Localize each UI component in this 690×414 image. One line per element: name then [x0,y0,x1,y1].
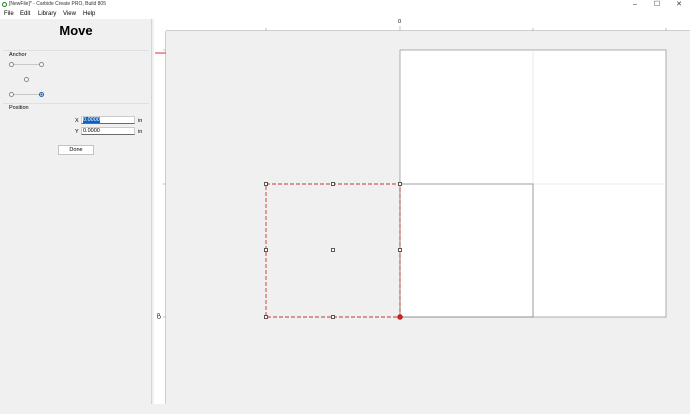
anchor-point [397,314,403,320]
handle-top-right [398,182,402,186]
left-ruler-origin-marker [157,315,161,319]
design-canvas[interactable] [0,0,690,414]
handle-top-center [331,182,335,186]
handle-middle-right [398,248,402,252]
handle-top-left [264,182,268,186]
handle-middle-left [264,248,268,252]
handle-bottom-left [264,315,268,319]
selection-handles [264,182,402,319]
status-bar [0,404,690,414]
handle-bottom-center [331,315,335,319]
handle-center [331,248,335,252]
